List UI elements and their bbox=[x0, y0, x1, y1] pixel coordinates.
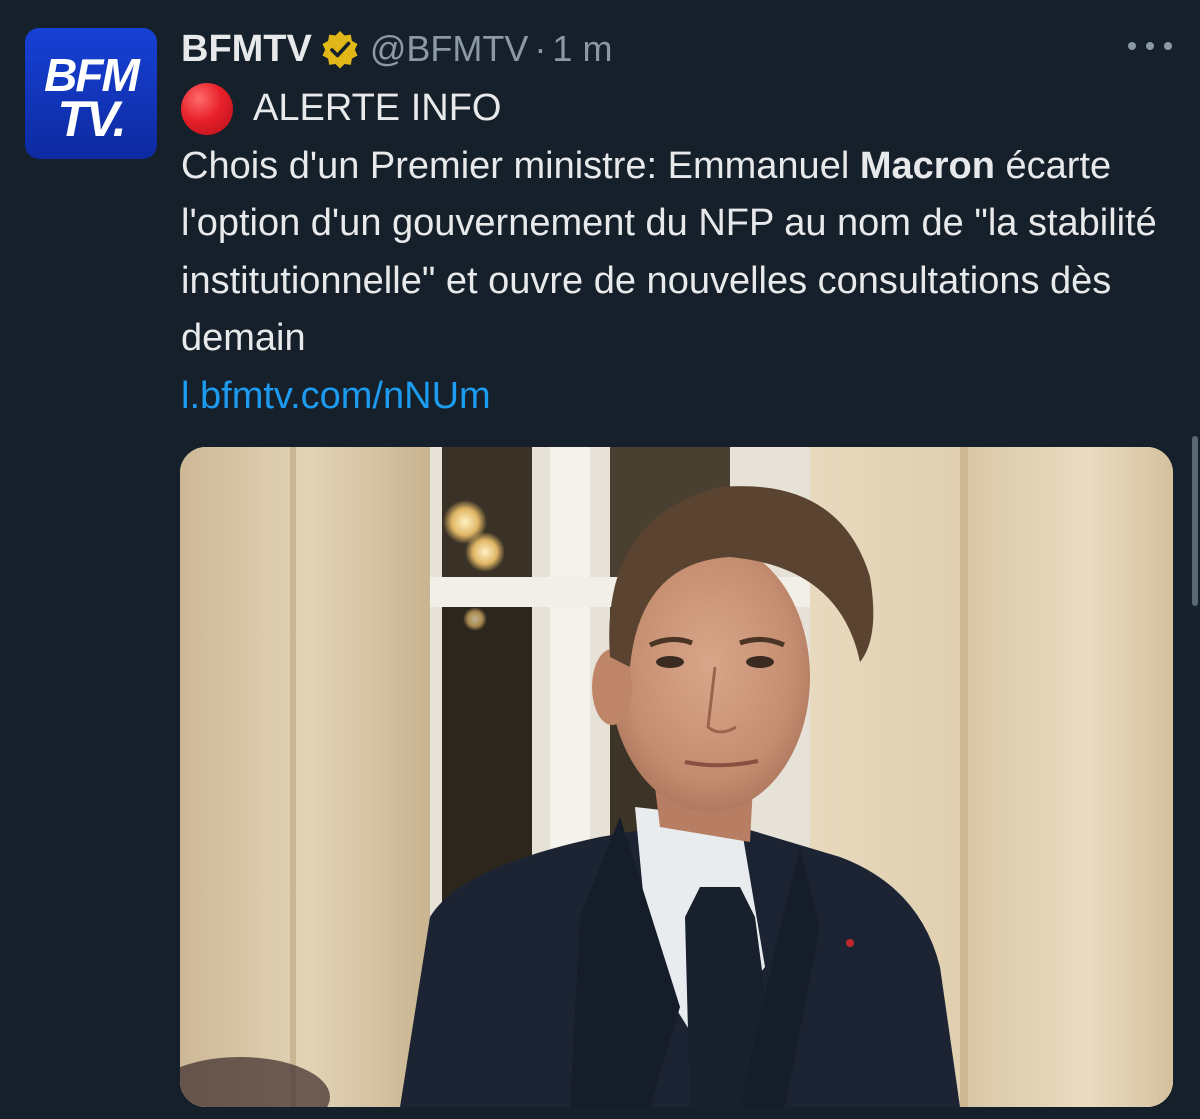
alert-line: ALERTE INFO bbox=[181, 80, 1181, 138]
header-separator: · bbox=[534, 28, 547, 69]
tweet-timestamp[interactable]: 1 m bbox=[552, 28, 612, 70]
tweet-photo[interactable] bbox=[180, 447, 1173, 1107]
red-circle-icon bbox=[181, 82, 233, 135]
author-handle[interactable]: @BFMTV bbox=[370, 28, 529, 70]
portrait-photo bbox=[180, 447, 1173, 1107]
tweet[interactable]: BFM TV. BFMTV @BFMTV · 1 m ALERTE INFO C… bbox=[0, 0, 1200, 1119]
scrollbar-thumb[interactable] bbox=[1192, 436, 1198, 606]
tweet-body: Chois d'un Premier ministre: Emmanuel Ma… bbox=[181, 138, 1181, 368]
more-dot bbox=[1146, 42, 1154, 50]
verified-badge-icon[interactable] bbox=[320, 29, 360, 69]
alert-label: ALERTE INFO bbox=[253, 87, 502, 129]
scrollbar[interactable] bbox=[1190, 436, 1200, 606]
avatar-logo-line-2: TV. bbox=[57, 91, 126, 147]
tweet-text-bold: Macron bbox=[859, 144, 995, 187]
bfmtv-avatar[interactable]: BFM TV. bbox=[25, 28, 157, 159]
author-display-name[interactable]: BFMTV bbox=[181, 28, 312, 71]
tweet-header: BFMTV @BFMTV · 1 m bbox=[181, 22, 612, 76]
tweet-text-part-1: Chois d'un Premier ministre: Emmanuel bbox=[181, 144, 860, 187]
tweet-text: ALERTE INFO Chois d'un Premier ministre:… bbox=[181, 80, 1181, 425]
more-dot bbox=[1164, 42, 1172, 50]
more-dot bbox=[1128, 42, 1136, 50]
more-options-icon[interactable] bbox=[1128, 36, 1172, 56]
tweet-link[interactable]: l.bfmtv.com/nNUm bbox=[181, 375, 491, 417]
